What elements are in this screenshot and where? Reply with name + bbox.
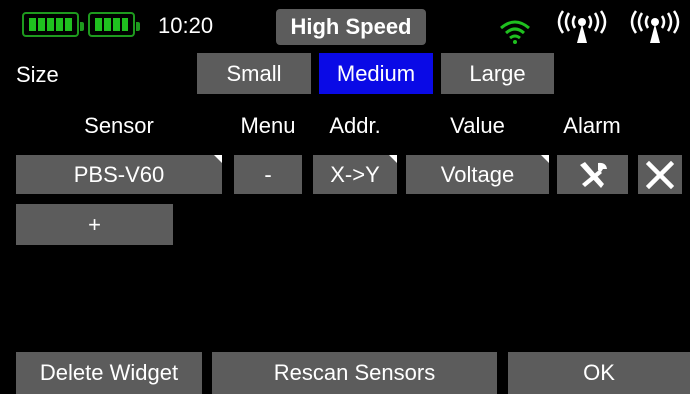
dropdown-corner-icon [389, 155, 397, 163]
delete-widget-button[interactable]: Delete Widget [16, 352, 202, 394]
size-medium-button[interactable]: Medium [319, 53, 433, 94]
header-menu: Menu [240, 113, 296, 138]
antenna-signal-icon [630, 10, 680, 43]
wifi-icon [500, 20, 530, 44]
size-large-button[interactable]: Large [441, 53, 554, 94]
tools-icon [579, 161, 607, 188]
header-sensor: Sensor [84, 113, 154, 138]
ok-button[interactable]: OK [508, 352, 690, 394]
menu-select-button[interactable]: - [234, 155, 302, 194]
size-small-button[interactable]: Small [197, 53, 311, 94]
clock-time: 10:20 [158, 13, 214, 38]
close-icon [646, 160, 674, 189]
dropdown-corner-icon [214, 155, 222, 163]
dropdown-corner-icon [541, 155, 549, 163]
sensor-select-label: PBS-V60 [73, 161, 165, 187]
battery-icon [88, 12, 140, 37]
rescan-sensors-button[interactable]: Rescan Sensors [212, 352, 497, 394]
value-select-label: Voltage [440, 161, 515, 187]
sensor-select-button[interactable]: PBS-V60 [16, 155, 222, 194]
value-select-button[interactable]: Voltage [406, 155, 549, 194]
addr-select-button[interactable]: X->Y [313, 155, 397, 194]
antenna-signal-icon [557, 10, 607, 43]
header-value: Value [450, 113, 505, 138]
battery-icon [22, 12, 84, 37]
header-addr: Addr. [329, 113, 381, 138]
add-sensor-button[interactable]: + [16, 204, 173, 245]
alarm-settings-button[interactable] [557, 155, 628, 194]
mode-indicator: High Speed [276, 9, 426, 45]
header-alarm: Alarm [563, 113, 621, 138]
size-label: Size [16, 62, 59, 87]
delete-row-button[interactable] [638, 155, 682, 194]
addr-select-label: X->Y [330, 161, 380, 187]
